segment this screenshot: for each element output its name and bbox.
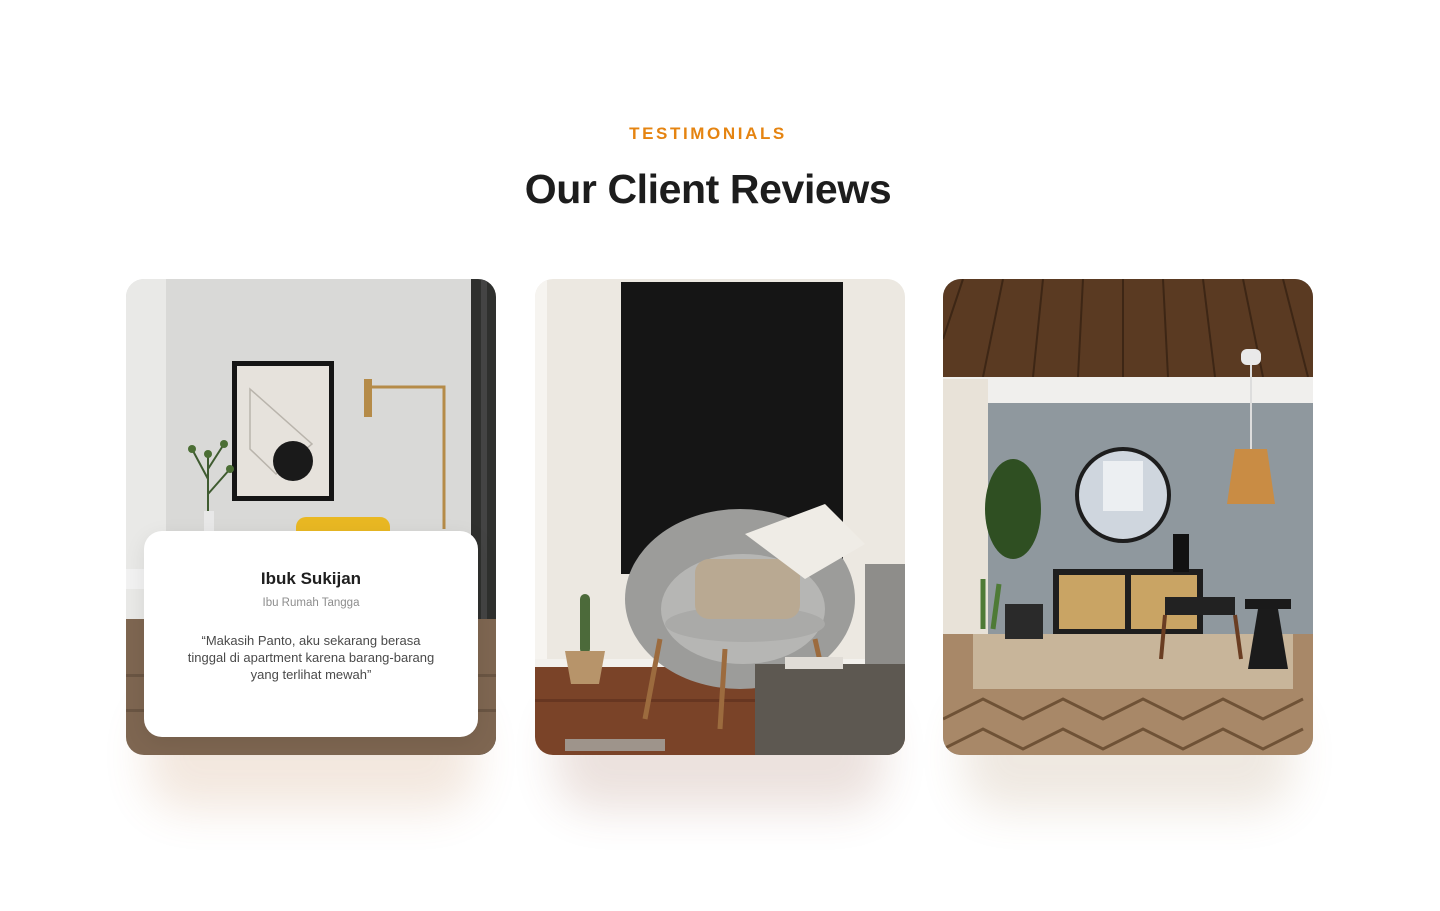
reviewer-name: Ibuk Sukijan	[260, 569, 362, 588]
testimonial-card-3[interactable]	[943, 279, 1313, 755]
review-card: Ibuk Sukijan Ibu Rumah Tangga “Makasih P…	[144, 531, 478, 737]
interior-photo	[943, 279, 1313, 755]
section-title: Our Client Reviews	[524, 166, 892, 212]
testimonial-card-2[interactable]	[535, 279, 905, 755]
testimonials-section: TESTIMONIALS Our Client Reviews Ibuk Suk…	[0, 0, 1440, 911]
interior-photo	[535, 279, 905, 755]
review-quote: “Makasih Panto, aku sekarang berasa ting…	[187, 633, 435, 682]
section-eyebrow: TESTIMONIALS	[629, 124, 787, 143]
reviewer-role: Ibu Rumah Tangga	[262, 597, 360, 609]
